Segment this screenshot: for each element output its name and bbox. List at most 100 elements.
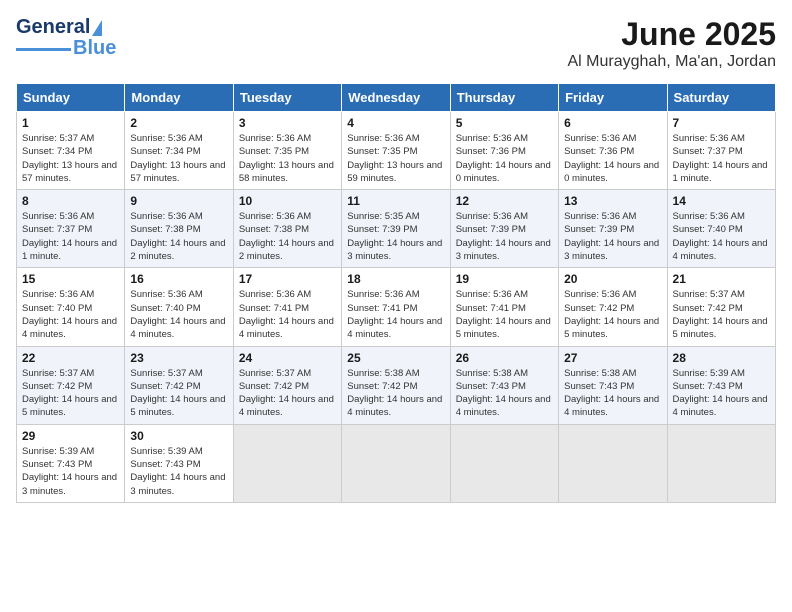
- day-number: 12: [456, 194, 553, 208]
- day-number: 6: [564, 116, 661, 130]
- day-info: Sunrise: 5:39 AMSunset: 7:43 PMDaylight:…: [673, 367, 770, 420]
- day-info: Sunrise: 5:36 AMSunset: 7:34 PMDaylight:…: [130, 132, 227, 185]
- calendar-day-cell: 28 Sunrise: 5:39 AMSunset: 7:43 PMDaylig…: [667, 346, 775, 424]
- day-number: 10: [239, 194, 336, 208]
- calendar-day-cell: 1 Sunrise: 5:37 AMSunset: 7:34 PMDayligh…: [17, 112, 125, 190]
- calendar-table: Sunday Monday Tuesday Wednesday Thursday…: [16, 83, 776, 503]
- logo-text-blue: Blue: [73, 37, 116, 60]
- day-info: Sunrise: 5:36 AMSunset: 7:40 PMDaylight:…: [130, 288, 227, 341]
- calendar-day-cell: 5 Sunrise: 5:36 AMSunset: 7:36 PMDayligh…: [450, 112, 558, 190]
- calendar-day-cell: 9 Sunrise: 5:36 AMSunset: 7:38 PMDayligh…: [125, 190, 233, 268]
- day-number: 29: [22, 429, 119, 443]
- day-info: Sunrise: 5:37 AMSunset: 7:42 PMDaylight:…: [239, 367, 336, 420]
- calendar-day-cell: 25 Sunrise: 5:38 AMSunset: 7:42 PMDaylig…: [342, 346, 450, 424]
- day-info: Sunrise: 5:36 AMSunset: 7:40 PMDaylight:…: [22, 288, 119, 341]
- day-info: Sunrise: 5:38 AMSunset: 7:43 PMDaylight:…: [456, 367, 553, 420]
- day-info: Sunrise: 5:38 AMSunset: 7:42 PMDaylight:…: [347, 367, 444, 420]
- calendar-day-cell: 27 Sunrise: 5:38 AMSunset: 7:43 PMDaylig…: [559, 346, 667, 424]
- title-area: June 2025 Al Murayghah, Ma'an, Jordan: [568, 16, 777, 71]
- calendar-day-cell: 2 Sunrise: 5:36 AMSunset: 7:34 PMDayligh…: [125, 112, 233, 190]
- calendar-title: June 2025: [568, 16, 777, 53]
- day-info: Sunrise: 5:38 AMSunset: 7:43 PMDaylight:…: [564, 367, 661, 420]
- logo-text-general: General: [16, 16, 90, 39]
- header-tuesday: Tuesday: [233, 84, 341, 112]
- calendar-day-cell: 30 Sunrise: 5:39 AMSunset: 7:43 PMDaylig…: [125, 424, 233, 502]
- calendar-day-cell: 8 Sunrise: 5:36 AMSunset: 7:37 PMDayligh…: [17, 190, 125, 268]
- day-number: 13: [564, 194, 661, 208]
- header-monday: Monday: [125, 84, 233, 112]
- calendar-day-cell: [450, 424, 558, 502]
- day-number: 20: [564, 272, 661, 286]
- calendar-day-cell: 29 Sunrise: 5:39 AMSunset: 7:43 PMDaylig…: [17, 424, 125, 502]
- day-info: Sunrise: 5:36 AMSunset: 7:39 PMDaylight:…: [564, 210, 661, 263]
- calendar-week-row: 1 Sunrise: 5:37 AMSunset: 7:34 PMDayligh…: [17, 112, 776, 190]
- day-info: Sunrise: 5:36 AMSunset: 7:38 PMDaylight:…: [130, 210, 227, 263]
- calendar-day-cell: 12 Sunrise: 5:36 AMSunset: 7:39 PMDaylig…: [450, 190, 558, 268]
- day-info: Sunrise: 5:36 AMSunset: 7:35 PMDaylight:…: [239, 132, 336, 185]
- calendar-day-cell: 19 Sunrise: 5:36 AMSunset: 7:41 PMDaylig…: [450, 268, 558, 346]
- calendar-day-cell: [342, 424, 450, 502]
- calendar-day-cell: [233, 424, 341, 502]
- day-number: 18: [347, 272, 444, 286]
- day-number: 22: [22, 351, 119, 365]
- day-info: Sunrise: 5:36 AMSunset: 7:35 PMDaylight:…: [347, 132, 444, 185]
- day-number: 16: [130, 272, 227, 286]
- calendar-day-cell: 23 Sunrise: 5:37 AMSunset: 7:42 PMDaylig…: [125, 346, 233, 424]
- day-number: 24: [239, 351, 336, 365]
- day-info: Sunrise: 5:36 AMSunset: 7:40 PMDaylight:…: [673, 210, 770, 263]
- calendar-day-cell: 20 Sunrise: 5:36 AMSunset: 7:42 PMDaylig…: [559, 268, 667, 346]
- day-number: 5: [456, 116, 553, 130]
- calendar-day-cell: 7 Sunrise: 5:36 AMSunset: 7:37 PMDayligh…: [667, 112, 775, 190]
- day-number: 15: [22, 272, 119, 286]
- calendar-day-cell: 17 Sunrise: 5:36 AMSunset: 7:41 PMDaylig…: [233, 268, 341, 346]
- calendar-week-row: 15 Sunrise: 5:36 AMSunset: 7:40 PMDaylig…: [17, 268, 776, 346]
- page-header: General Blue June 2025 Al Murayghah, Ma'…: [16, 16, 776, 71]
- day-number: 14: [673, 194, 770, 208]
- calendar-day-cell: 22 Sunrise: 5:37 AMSunset: 7:42 PMDaylig…: [17, 346, 125, 424]
- day-info: Sunrise: 5:37 AMSunset: 7:42 PMDaylight:…: [673, 288, 770, 341]
- logo-blue-line: [16, 48, 71, 51]
- calendar-week-row: 22 Sunrise: 5:37 AMSunset: 7:42 PMDaylig…: [17, 346, 776, 424]
- calendar-day-cell: 10 Sunrise: 5:36 AMSunset: 7:38 PMDaylig…: [233, 190, 341, 268]
- day-number: 25: [347, 351, 444, 365]
- day-info: Sunrise: 5:36 AMSunset: 7:39 PMDaylight:…: [456, 210, 553, 263]
- day-info: Sunrise: 5:35 AMSunset: 7:39 PMDaylight:…: [347, 210, 444, 263]
- day-number: 3: [239, 116, 336, 130]
- day-number: 30: [130, 429, 227, 443]
- day-info: Sunrise: 5:36 AMSunset: 7:37 PMDaylight:…: [22, 210, 119, 263]
- day-info: Sunrise: 5:39 AMSunset: 7:43 PMDaylight:…: [22, 445, 119, 498]
- day-info: Sunrise: 5:36 AMSunset: 7:37 PMDaylight:…: [673, 132, 770, 185]
- day-number: 7: [673, 116, 770, 130]
- day-number: 23: [130, 351, 227, 365]
- day-number: 19: [456, 272, 553, 286]
- day-number: 2: [130, 116, 227, 130]
- header-sunday: Sunday: [17, 84, 125, 112]
- calendar-day-cell: 16 Sunrise: 5:36 AMSunset: 7:40 PMDaylig…: [125, 268, 233, 346]
- day-number: 1: [22, 116, 119, 130]
- header-wednesday: Wednesday: [342, 84, 450, 112]
- day-number: 9: [130, 194, 227, 208]
- day-info: Sunrise: 5:36 AMSunset: 7:41 PMDaylight:…: [456, 288, 553, 341]
- calendar-week-row: 8 Sunrise: 5:36 AMSunset: 7:37 PMDayligh…: [17, 190, 776, 268]
- calendar-day-cell: 4 Sunrise: 5:36 AMSunset: 7:35 PMDayligh…: [342, 112, 450, 190]
- day-info: Sunrise: 5:36 AMSunset: 7:38 PMDaylight:…: [239, 210, 336, 263]
- calendar-day-cell: 13 Sunrise: 5:36 AMSunset: 7:39 PMDaylig…: [559, 190, 667, 268]
- day-number: 26: [456, 351, 553, 365]
- day-info: Sunrise: 5:36 AMSunset: 7:42 PMDaylight:…: [564, 288, 661, 341]
- header-thursday: Thursday: [450, 84, 558, 112]
- calendar-day-cell: 26 Sunrise: 5:38 AMSunset: 7:43 PMDaylig…: [450, 346, 558, 424]
- day-number: 4: [347, 116, 444, 130]
- weekday-header-row: Sunday Monday Tuesday Wednesday Thursday…: [17, 84, 776, 112]
- day-number: 28: [673, 351, 770, 365]
- day-number: 27: [564, 351, 661, 365]
- day-info: Sunrise: 5:36 AMSunset: 7:41 PMDaylight:…: [347, 288, 444, 341]
- day-info: Sunrise: 5:36 AMSunset: 7:41 PMDaylight:…: [239, 288, 336, 341]
- calendar-day-cell: 3 Sunrise: 5:36 AMSunset: 7:35 PMDayligh…: [233, 112, 341, 190]
- day-info: Sunrise: 5:36 AMSunset: 7:36 PMDaylight:…: [564, 132, 661, 185]
- calendar-week-row: 29 Sunrise: 5:39 AMSunset: 7:43 PMDaylig…: [17, 424, 776, 502]
- day-number: 11: [347, 194, 444, 208]
- day-info: Sunrise: 5:37 AMSunset: 7:42 PMDaylight:…: [22, 367, 119, 420]
- day-number: 21: [673, 272, 770, 286]
- day-number: 17: [239, 272, 336, 286]
- header-friday: Friday: [559, 84, 667, 112]
